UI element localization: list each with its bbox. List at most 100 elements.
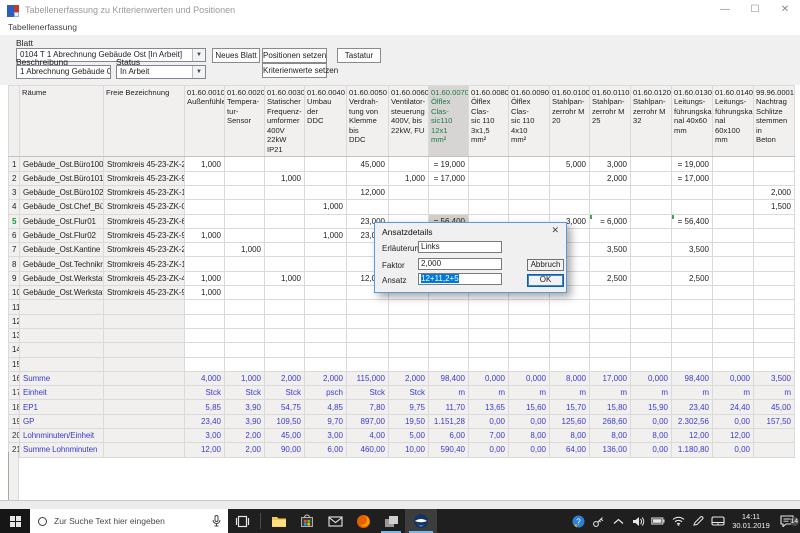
value-cell[interactable] (508, 327, 550, 344)
value-cell[interactable] (508, 170, 550, 186)
value-cell[interactable] (264, 285, 305, 301)
value-cell[interactable] (468, 356, 509, 372)
value-cell[interactable] (630, 342, 672, 358)
row-number-cell[interactable]: 2 (8, 170, 20, 186)
value-cell[interactable] (712, 342, 754, 358)
value-cell[interactable] (589, 256, 631, 272)
value-cell[interactable] (304, 256, 347, 272)
value-cell[interactable] (388, 184, 429, 201)
value-cell[interactable] (753, 327, 795, 344)
value-cell[interactable] (630, 199, 672, 215)
row-number-cell[interactable]: 5 (8, 213, 20, 229)
value-cell[interactable] (304, 242, 347, 258)
value-cell[interactable] (264, 184, 305, 201)
value-cell[interactable] (388, 327, 429, 344)
row-number-cell[interactable]: 11 (8, 299, 20, 315)
value-cell[interactable] (224, 170, 265, 186)
kriterienwerte-setzen-button[interactable]: Kriterienwerte setzen (262, 63, 338, 78)
value-cell[interactable] (184, 170, 225, 186)
value-cell[interactable] (388, 199, 429, 215)
value-cell[interactable] (346, 342, 389, 358)
value-cell[interactable] (712, 327, 754, 344)
value-cell[interactable] (671, 342, 713, 358)
value-cell[interactable] (428, 327, 469, 344)
value-cell[interactable] (388, 313, 429, 329)
value-cell[interactable] (630, 327, 672, 344)
value-cell[interactable]: = 17,000 (428, 170, 469, 186)
value-cell[interactable] (549, 356, 590, 372)
file-explorer-button[interactable] (265, 509, 293, 533)
value-cell[interactable] (468, 170, 509, 186)
value-cell[interactable] (224, 184, 265, 201)
value-cell[interactable] (630, 170, 672, 186)
value-cell[interactable] (184, 184, 225, 201)
value-cell[interactable] (671, 285, 713, 301)
description-cell[interactable]: Stromkreis 45-23-ZK-90 (103, 285, 185, 301)
value-cell[interactable] (753, 170, 795, 186)
value-cell[interactable] (264, 199, 305, 215)
chevron-down-icon[interactable]: ▼ (192, 49, 205, 61)
description-cell[interactable] (103, 342, 185, 358)
value-cell[interactable] (184, 299, 225, 315)
value-cell[interactable] (549, 327, 590, 344)
value-cell[interactable]: 1,000 (304, 199, 347, 215)
value-cell[interactable] (468, 299, 509, 315)
value-cell[interactable] (630, 356, 672, 372)
volume-tray-button[interactable] (628, 516, 648, 527)
value-cell[interactable] (428, 299, 469, 315)
value-cell[interactable] (549, 170, 590, 186)
value-cell[interactable] (224, 213, 265, 229)
column-header-01.60.0010[interactable]: 01.60.0010 Außenfühler (184, 84, 225, 158)
value-cell[interactable]: = 17,000 (671, 170, 713, 186)
description-cell[interactable]: Stromkreis 45-23-ZK-23 (103, 156, 185, 172)
value-cell[interactable] (508, 156, 550, 172)
column-header-01.60.0120[interactable]: 01.60.0120 Stahlpan-zerrohr M 32 (630, 84, 672, 158)
value-cell[interactable] (753, 213, 795, 229)
room-cell[interactable]: Gebäude_Ost.Flur01 (19, 213, 104, 229)
value-cell[interactable] (224, 285, 265, 301)
value-cell[interactable] (184, 256, 225, 272)
value-cell[interactable] (346, 299, 389, 315)
value-cell[interactable] (304, 170, 347, 186)
value-cell[interactable] (753, 285, 795, 301)
action-center-button[interactable]: 14 (774, 515, 800, 527)
pen-tray-button[interactable] (688, 515, 708, 527)
value-cell[interactable] (304, 313, 347, 329)
value-cell[interactable]: 1,000 (184, 227, 225, 244)
description-cell[interactable]: Stromkreis 45-23-ZK-65 (103, 213, 185, 229)
value-cell[interactable] (508, 184, 550, 201)
value-cell[interactable] (589, 299, 631, 315)
value-cell[interactable] (549, 184, 590, 201)
value-cell[interactable] (671, 227, 713, 244)
value-cell[interactable]: 3,500 (671, 242, 713, 258)
value-cell[interactable] (304, 342, 347, 358)
value-cell[interactable] (549, 299, 590, 315)
description-cell[interactable] (103, 299, 185, 315)
value-cell[interactable] (264, 327, 305, 344)
value-cell[interactable] (346, 356, 389, 372)
description-cell[interactable]: Stromkreis 45-23-ZK-01 (103, 199, 185, 215)
value-cell[interactable] (264, 227, 305, 244)
value-cell[interactable] (428, 313, 469, 329)
value-cell[interactable] (224, 342, 265, 358)
value-cell[interactable] (753, 313, 795, 329)
value-cell[interactable] (753, 342, 795, 358)
value-cell[interactable]: 3,500 (589, 242, 631, 258)
value-cell[interactable] (712, 156, 754, 172)
value-cell[interactable]: 45,000 (346, 156, 389, 172)
column-header-01.60.0090[interactable]: 01.60.0090 Ölflex Clas-sic 110 4x10 mm² (508, 84, 550, 158)
value-cell[interactable] (468, 313, 509, 329)
room-cell[interactable]: Gebäude_Ost.Chef_Büro (19, 199, 104, 215)
value-cell[interactable] (184, 356, 225, 372)
room-cell[interactable]: Gebäude_Ost.Werkstatt01 (19, 270, 104, 287)
value-cell[interactable] (753, 270, 795, 287)
value-cell[interactable]: 1,500 (753, 199, 795, 215)
column-header-01.60.0060[interactable]: 01.60.0060 Ventilator-steuerung 400V, bis 2… (388, 84, 429, 158)
value-cell[interactable] (264, 356, 305, 372)
value-cell[interactable] (508, 199, 550, 215)
value-cell[interactable] (184, 213, 225, 229)
value-cell[interactable] (468, 184, 509, 201)
description-cell[interactable]: Stromkreis 45-23-ZK-12 (103, 184, 185, 201)
value-cell[interactable] (224, 356, 265, 372)
erlaeuterung-input[interactable]: Links (418, 241, 502, 253)
